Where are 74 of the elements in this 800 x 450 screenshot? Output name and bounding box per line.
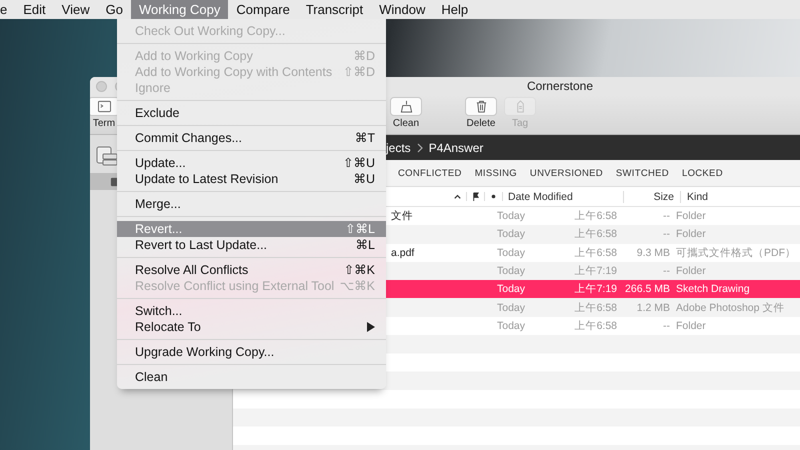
menu-item[interactable]: Resolve All Conflicts ⇧⌘K: [117, 262, 386, 278]
size-cell: 9.3 MB: [636, 246, 670, 259]
menu-item[interactable]: Merge...: [117, 196, 386, 212]
menu-bar-item[interactable]: Go: [98, 0, 131, 19]
date-cell: Today: [497, 265, 526, 278]
menu-item[interactable]: Update... ⇧⌘U: [117, 155, 386, 171]
menu-bar-item[interactable]: e: [0, 0, 16, 19]
kind-cell: Sketch Drawing: [676, 283, 750, 296]
menu-item[interactable]: Switch...: [117, 303, 386, 319]
size-cell: --: [663, 320, 670, 332]
date-cell: Today: [497, 210, 526, 222]
menu-item[interactable]: Exclude: [117, 105, 386, 121]
menu-item[interactable]: Clean: [117, 369, 386, 385]
column-header[interactable]: Kind: [681, 190, 708, 202]
time-cell: 上午6:58: [574, 246, 617, 259]
toolbar-label: Tag: [512, 118, 528, 129]
kind-cell: 可攜式文件格式（PDF）: [676, 246, 796, 259]
filter-tab[interactable]: LOCKED: [682, 168, 723, 178]
submenu-arrow-icon: [367, 322, 375, 332]
size-cell: --: [663, 228, 670, 240]
kind-cell: Folder: [676, 320, 706, 332]
menu-item[interactable]: Update to Latest Revision ⌘U: [117, 171, 386, 187]
time-cell: 上午6:58: [574, 228, 617, 240]
menu-bar-item[interactable]: View: [54, 0, 98, 19]
file-name: 文件: [391, 210, 413, 222]
date-cell: Today: [497, 320, 526, 332]
menu-item[interactable]: Revert to Last Update... ⌘L: [117, 237, 386, 253]
kind-cell: Folder: [676, 265, 706, 278]
size-cell: 266.5 MB: [625, 283, 670, 296]
toolbar-label: Term: [92, 118, 116, 129]
file-name: a.pdf: [391, 246, 414, 259]
size-cell: 1.2 MB: [636, 302, 670, 314]
kind-cell: Folder: [676, 210, 706, 222]
toolbar-button[interactable]: [90, 97, 120, 116]
kind-cell: Adobe Photoshop 文件: [676, 302, 784, 314]
chevron-icon: [416, 142, 423, 152]
menu-item[interactable]: Upgrade Working Copy...: [117, 344, 386, 360]
window-title: Cornerstone: [526, 79, 594, 93]
filter-tab[interactable]: SWITCHED: [616, 168, 669, 178]
time-cell: 上午6:58: [574, 302, 617, 314]
menu-bar-item[interactable]: Compare: [228, 0, 298, 19]
breadcrumb[interactable]: jects: [386, 140, 411, 154]
date-cell: Today: [497, 246, 526, 259]
column-header[interactable]: Size: [624, 190, 681, 202]
size-cell: --: [663, 210, 670, 222]
time-cell: 上午6:58: [574, 320, 617, 332]
toolbar-button[interactable]: [465, 97, 497, 116]
date-cell: Today: [497, 228, 526, 240]
breadcrumb[interactable]: P4Answer: [428, 140, 484, 154]
date-cell: Today: [497, 302, 526, 314]
date-cell: Today: [497, 283, 526, 296]
trash-icon: [474, 100, 488, 113]
broom-icon: [400, 100, 412, 113]
time-cell: 上午6:58: [574, 210, 617, 222]
menu-bar-item[interactable]: Transcript: [298, 0, 372, 19]
menu-bar-item[interactable]: Help: [433, 0, 476, 19]
filter-tab[interactable]: MISSING: [474, 168, 517, 178]
toolbar-button[interactable]: [390, 97, 422, 116]
filter-tab[interactable]: UNVERSIONED: [530, 168, 603, 178]
menu-bar-item[interactable]: Window: [371, 0, 434, 19]
kind-cell: Folder: [676, 228, 706, 240]
time-cell: 上午7:19: [574, 265, 617, 278]
menu-bar-item[interactable]: Edit: [15, 0, 54, 19]
column-header[interactable]: Date Modified: [503, 190, 624, 202]
toolbar-label: Delete: [466, 118, 496, 129]
filter-tab[interactable]: CONFLICTED: [398, 168, 462, 178]
menu-item[interactable]: Relocate To: [117, 319, 386, 335]
time-cell: 上午7:19: [574, 283, 617, 296]
terminal-icon: [98, 100, 110, 113]
size-cell: --: [663, 265, 670, 278]
server-icon: [96, 145, 118, 167]
toolbar-label: Clean: [392, 118, 420, 129]
menu-bar-item[interactable]: Working Copy: [130, 0, 228, 19]
menu-item[interactable]: Commit Changes... ⌘T: [117, 130, 386, 146]
